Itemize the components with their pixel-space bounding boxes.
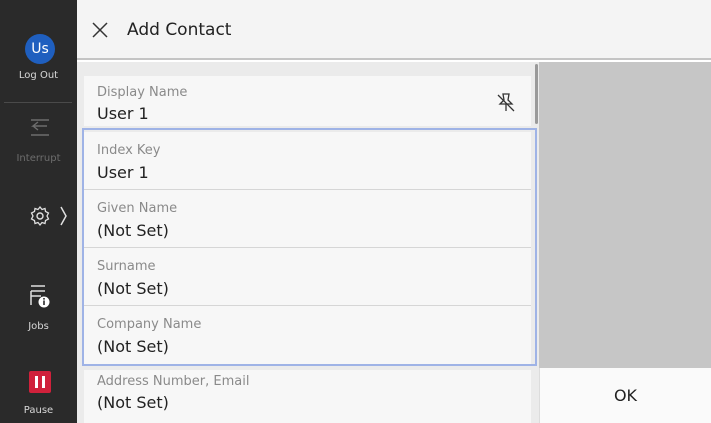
user-avatar[interactable]: Us [25,34,55,64]
side-rail: Us Log Out Interrupt Jobs Pause [0,0,77,423]
field-index-key[interactable]: Index Key User 1 [84,132,531,190]
scrollbar[interactable] [535,64,538,124]
ok-button[interactable]: OK [539,368,711,423]
field-label: Index Key [97,143,161,158]
interrupt-label: Interrupt [16,153,61,164]
rail-divider [4,102,72,103]
header-bar: Add Contact [77,0,711,60]
field-value: User 1 [97,163,149,182]
field-given-name[interactable]: Given Name (Not Set) [84,190,531,248]
logout-label[interactable]: Log Out [0,70,77,81]
field-value: (Not Set) [97,393,169,412]
field-value: (Not Set) [97,221,169,240]
field-display-name[interactable]: Display Name User 1 [84,76,531,126]
field-label: Surname [97,259,156,274]
field-label: Company Name [97,317,202,332]
jobs-icon[interactable] [29,283,51,309]
jobs-label[interactable]: Jobs [0,321,77,332]
page-title: Add Contact [127,20,232,40]
field-value: (Not Set) [97,337,169,356]
field-label: Display Name [97,85,188,100]
field-company-name[interactable]: Company Name (Not Set) [84,306,531,364]
field-value: (Not Set) [97,279,169,298]
close-icon[interactable] [91,21,109,39]
field-value: User 1 [97,104,149,123]
field-address-number-email[interactable]: Address Number, Email (Not Set) [84,370,531,423]
preview-panel [539,62,711,368]
pin-off-icon[interactable] [496,92,516,114]
pause-label[interactable]: Pause [0,405,77,416]
field-label: Given Name [97,201,178,216]
field-label: Address Number, Email [97,374,250,389]
field-surname[interactable]: Surname (Not Set) [84,248,531,306]
interrupt-icon[interactable] [29,118,51,138]
settings-gear-icon[interactable] [30,205,70,227]
pause-icon[interactable] [29,371,51,393]
